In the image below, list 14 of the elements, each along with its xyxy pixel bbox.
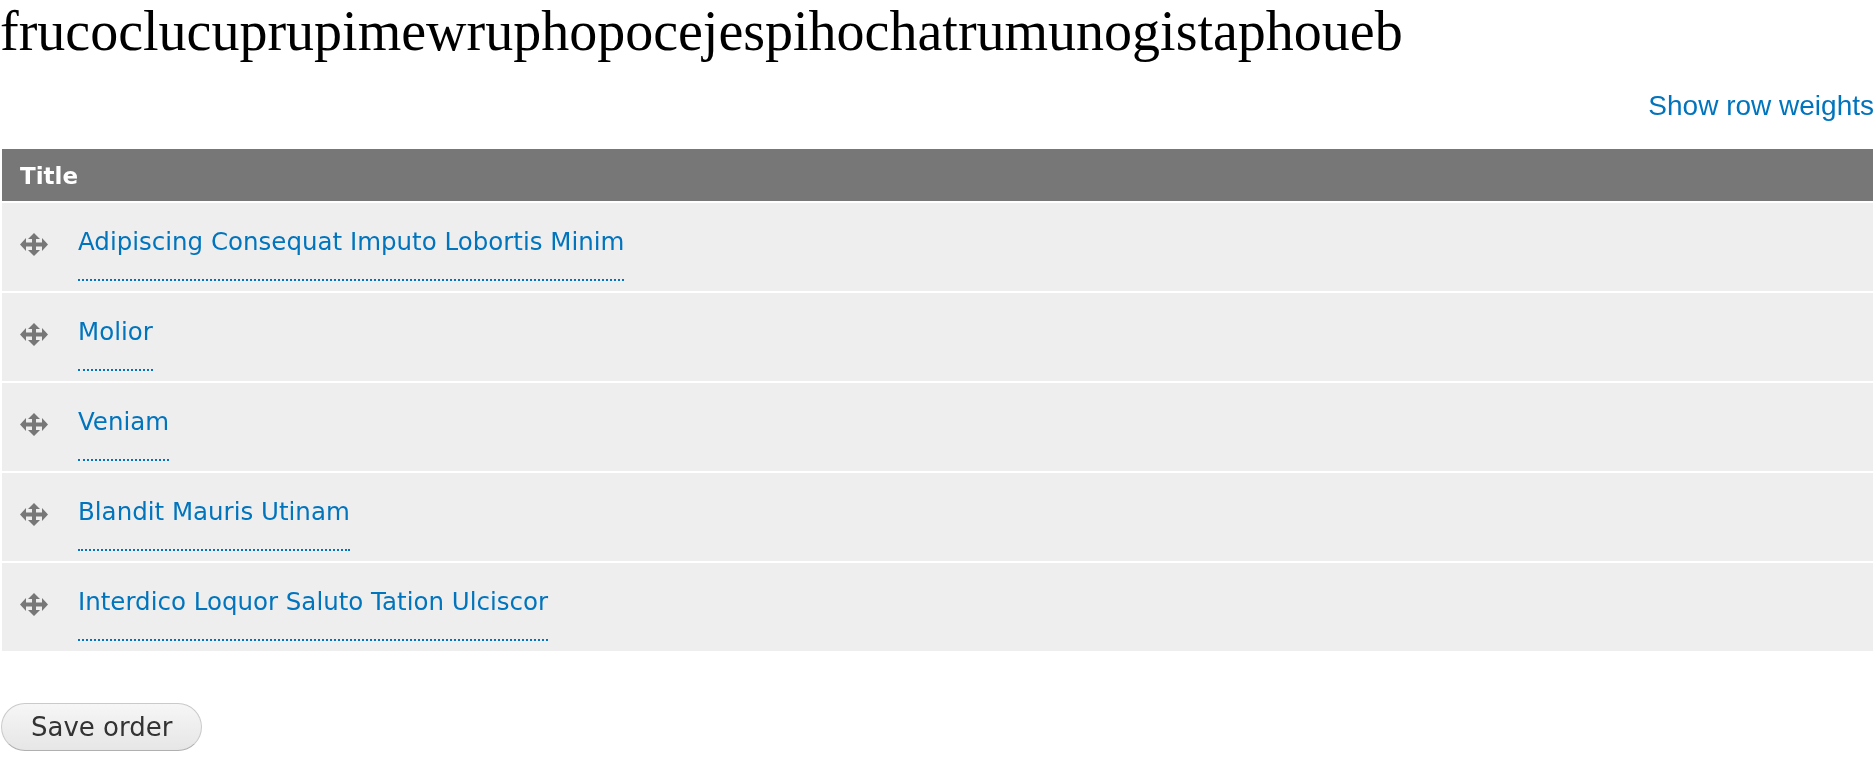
column-header: Title bbox=[2, 149, 1873, 201]
save-order-button[interactable]: Save order bbox=[1, 703, 203, 751]
row-title-link[interactable]: Blandit Mauris Utinam bbox=[78, 498, 350, 551]
show-row-weights-link[interactable]: Show row weights bbox=[1648, 90, 1874, 122]
move-icon[interactable] bbox=[20, 323, 48, 346]
move-icon[interactable] bbox=[20, 413, 48, 436]
move-icon[interactable] bbox=[20, 593, 48, 616]
row-title-link[interactable]: Interdico Loquor Saluto Tation Ulciscor bbox=[78, 588, 549, 641]
row-title-link[interactable]: Veniam bbox=[78, 408, 170, 461]
move-icon[interactable] bbox=[20, 503, 48, 526]
row-title-link[interactable]: Adipiscing Consequat Imputo Lobortis Minim bbox=[78, 228, 625, 281]
page-title: frucoclucuprupimewruphopocejespihochatrumunogistaphoueb bbox=[0, 0, 1404, 62]
move-icon[interactable] bbox=[20, 233, 48, 256]
row-title-link[interactable]: Molior bbox=[78, 318, 153, 371]
